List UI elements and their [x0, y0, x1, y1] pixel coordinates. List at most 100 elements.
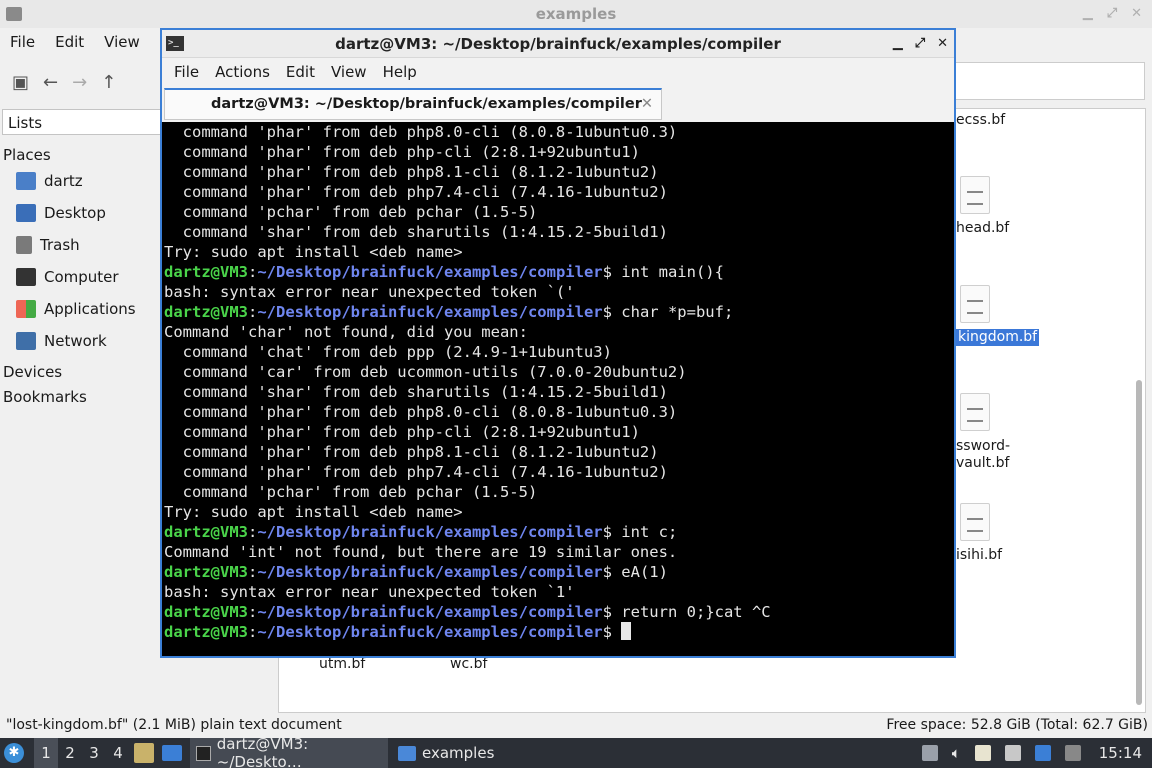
status-free-space: Free space: 52.8 GiB (Total: 62.7 GiB) — [886, 717, 1148, 733]
devices-heading[interactable]: Devices — [0, 357, 160, 382]
maximize-icon[interactable]: ⤢ — [915, 30, 925, 58]
update-notifier-icon[interactable] — [1034, 745, 1051, 761]
task-label: dartz@VM3: ~/Deskto… — [216, 735, 309, 768]
text-cursor — [621, 622, 632, 640]
file-manager-titlebar: examples ▁ ⤢ ✕ — [0, 0, 1152, 28]
menu-view[interactable]: View — [323, 58, 375, 86]
terminal-output[interactable]: command 'phar' from deb php8.0-cli (8.0.… — [162, 122, 954, 656]
terminal-prompt-line: dartz@VM3:~/Desktop/brainfuck/examples/c… — [164, 303, 734, 321]
terminal-output-line: Command 'int' not found, but there are 1… — [164, 543, 678, 561]
file-manager-menubar: File Edit View — [0, 30, 150, 56]
taskbar-item-terminal[interactable]: dartz@VM3: ~/Deskto… — [190, 735, 388, 768]
clock[interactable]: 15:14 — [1095, 744, 1142, 762]
terminal-output-line: command 'phar' from deb php8.1-cli (8.1.… — [164, 163, 659, 181]
file-name: vault.bf — [956, 455, 1010, 471]
side-pane-mode-select[interactable]: Lists — [2, 109, 162, 135]
sidebar-item-desktop[interactable]: Desktop — [0, 197, 160, 229]
close-icon[interactable]: ✕ — [937, 30, 948, 58]
text-file-icon — [960, 393, 990, 431]
show-desktop-icon[interactable] — [162, 745, 182, 761]
terminal-output-line: command 'car' from deb ucommon-utils (7.… — [164, 363, 687, 381]
volume-icon[interactable]: 🔈︎ — [952, 744, 961, 762]
places-heading[interactable]: Places — [0, 140, 160, 165]
file-view-scrollbar[interactable] — [1134, 110, 1144, 710]
applications-icon — [16, 300, 36, 318]
text-file-icon — [960, 503, 990, 541]
file-name: utm.bf — [319, 656, 366, 672]
menu-actions[interactable]: Actions — [207, 58, 278, 86]
menu-view[interactable]: View — [94, 30, 150, 56]
home-folder-icon — [16, 172, 36, 190]
minimize-icon[interactable]: ▁ — [1083, 0, 1093, 28]
terminal-output-line: command 'phar' from deb php-cli (2:8.1+9… — [164, 423, 640, 441]
terminal-output-line: command 'pchar' from deb pchar (1.5-5) — [164, 203, 538, 221]
sidebar-item-home[interactable]: dartz — [0, 165, 160, 197]
menu-file[interactable]: File — [0, 30, 45, 56]
sidebar-item-applications[interactable]: Applications — [0, 293, 160, 325]
workspace-2[interactable]: 2 — [58, 744, 82, 762]
terminal-titlebar[interactable]: >_ dartz@VM3: ~/Desktop/brainfuck/exampl… — [162, 30, 954, 58]
prompt-user: dartz@VM3 — [164, 523, 248, 541]
menu-edit[interactable]: Edit — [278, 58, 323, 86]
file-manager-toolbar: ▣ ← → ↑ — [0, 64, 170, 100]
terminal-output-line: command 'phar' from deb php8.0-cli (8.0.… — [164, 403, 678, 421]
terminal-output-line: Try: sudo apt install <deb name> — [164, 243, 463, 261]
terminal-output-line: command 'phar' from deb php7.4-cli (7.4.… — [164, 463, 668, 481]
tab-close-icon[interactable]: ✕ — [641, 90, 653, 118]
text-file-icon — [960, 176, 990, 214]
terminal-icon: >_ — [166, 36, 184, 51]
prompt-path: ~/Desktop/brainfuck/examples/compiler — [257, 563, 603, 581]
terminal-output-line: command 'shar' from deb sharutils (1:4.1… — [164, 223, 668, 241]
eject-icon[interactable] — [921, 745, 938, 761]
menu-help[interactable]: Help — [375, 58, 425, 86]
menu-edit[interactable]: Edit — [45, 30, 94, 56]
terminal-output-line: command 'phar' from deb php8.0-cli (8.0.… — [164, 123, 678, 141]
terminal-output-line: bash: syntax error near unexpected token… — [164, 583, 575, 601]
sidebar-item-label: Trash — [40, 236, 80, 254]
terminal-prompt-line: dartz@VM3:~/Desktop/brainfuck/examples/c… — [164, 622, 954, 642]
maximize-icon[interactable]: ⤢ — [1107, 0, 1117, 28]
status-bar: "lost-kingdom.bf" (2.1 MiB) plain text d… — [0, 715, 1152, 737]
sidebar-item-label: dartz — [44, 172, 83, 190]
prompt-path: ~/Desktop/brainfuck/examples/compiler — [257, 603, 603, 621]
close-icon[interactable]: ✕ — [1131, 0, 1142, 28]
prompt-user: dartz@VM3 — [164, 623, 248, 641]
forward-icon[interactable]: → — [72, 72, 87, 93]
trash-icon — [16, 236, 32, 254]
up-icon[interactable]: ↑ — [101, 72, 116, 93]
clipboard-icon[interactable] — [974, 745, 991, 761]
command-text: int main(){ — [611, 263, 724, 281]
file-manager-launcher-icon[interactable] — [134, 743, 154, 763]
minimize-icon[interactable]: ▁ — [893, 30, 903, 58]
menu-file[interactable]: File — [166, 58, 207, 86]
sidebar-item-network[interactable]: Network — [0, 325, 160, 357]
file-name: wc.bf — [450, 656, 488, 672]
power-icon[interactable] — [1064, 745, 1081, 761]
sidebar-item-trash[interactable]: Trash — [0, 229, 160, 261]
terminal-output-line: command 'phar' from deb php-cli (2:8.1+9… — [164, 143, 640, 161]
path-bar[interactable] — [955, 62, 1145, 100]
new-tab-icon[interactable]: ▣ — [12, 72, 29, 93]
terminal-menubar: File Actions Edit View Help — [162, 58, 954, 86]
terminal-prompt-line: dartz@VM3:~/Desktop/brainfuck/examples/c… — [164, 263, 724, 281]
terminal-output-line: command 'shar' from deb sharutils (1:4.1… — [164, 383, 668, 401]
lubuntu-logo-icon: ✱ — [4, 743, 24, 763]
taskbar-item-file-manager[interactable]: examples — [392, 738, 592, 768]
sidebar-item-computer[interactable]: Computer — [0, 261, 160, 293]
sidebar-item-label: Computer — [44, 268, 119, 286]
system-tray: 🔈︎ 15:14 — [921, 738, 1142, 768]
quick-launch — [134, 738, 182, 768]
workspace-3[interactable]: 3 — [82, 744, 106, 762]
prompt-user: dartz@VM3 — [164, 563, 248, 581]
workspace-4[interactable]: 4 — [106, 744, 130, 762]
workspace-1[interactable]: 1 — [34, 738, 58, 768]
back-icon[interactable]: ← — [43, 72, 58, 93]
scrollbar-thumb[interactable] — [1136, 380, 1142, 705]
terminal-icon — [196, 745, 211, 761]
start-menu-button[interactable]: ✱ — [4, 738, 26, 768]
terminal-output-line: command 'chat' from deb ppp (2.4.9-1+1ub… — [164, 343, 612, 361]
network-icon[interactable] — [1004, 745, 1021, 761]
bookmarks-heading[interactable]: Bookmarks — [0, 382, 160, 407]
terminal-tab[interactable]: dartz@VM3: ~/Desktop/brainfuck/examples/… — [164, 88, 662, 120]
prompt-path: ~/Desktop/brainfuck/examples/compiler — [257, 523, 603, 541]
